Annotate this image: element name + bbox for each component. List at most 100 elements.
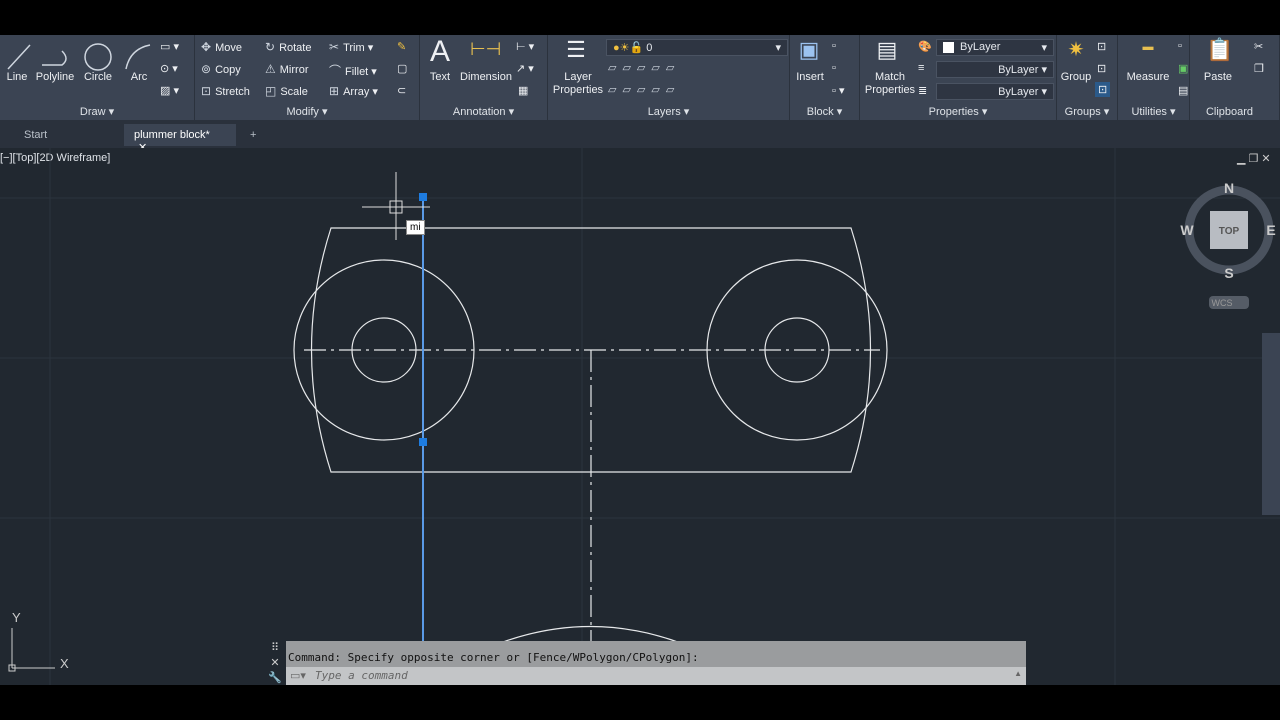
panel-draw: Line Polyline Circle Arc ▭ ▾ ⊙ ▾ ▨ ▾ Dra… — [0, 35, 195, 120]
modify-panel-label[interactable]: Modify ▾ — [195, 105, 419, 118]
match-properties-button[interactable]: Match Properties — [862, 71, 918, 97]
rotate-button[interactable]: ↻ Rotate — [265, 40, 311, 54]
text-icon: A — [429, 35, 450, 68]
panel-modify: ✥ Move ↻ Rotate ✂ Trim ▾ ⊚ Copy ⚠ Mirror ⌒ Fil… — [195, 35, 420, 120]
table-icon[interactable]: ▦ — [518, 84, 528, 97]
trim-button[interactable]: ✂ Trim ▾ — [329, 40, 373, 54]
panel-groups: ✷ Group ⊡ ⊡ ⊡ Groups ▾ — [1057, 35, 1118, 120]
layer-tools-row1[interactable]: ▱▱▱▱▱ — [608, 61, 680, 74]
explode-icon[interactable]: ▢ — [397, 62, 407, 75]
text-button[interactable]: Text — [424, 71, 456, 83]
command-prompt-icon[interactable]: ▭▾ — [290, 670, 306, 682]
arc-button[interactable]: Arc — [126, 71, 152, 83]
color-dropdown[interactable]: ByLayer ▾ — [936, 39, 1054, 56]
linetype-dropdown[interactable]: ByLayer ▾ — [936, 61, 1054, 78]
new-tab-button[interactable]: + — [240, 124, 266, 146]
trim-icon: ✂ — [329, 40, 340, 54]
circle-button[interactable]: Circle — [80, 71, 116, 83]
rotate-icon: ↻ — [265, 40, 276, 54]
block-attribute-icon[interactable]: ▫ ▾ — [832, 84, 844, 97]
measure-icon: ▬ — [1142, 41, 1154, 53]
lineweight-dropdown[interactable]: ByLayer ▾ — [936, 83, 1054, 100]
fillet-icon: ⌒ — [329, 64, 342, 78]
layer-tools-row2[interactable]: ▱▱▱▱▱ — [608, 83, 680, 96]
scale-icon: ◰ — [265, 84, 277, 98]
ellipse-icon[interactable]: ⊙ ▾ — [160, 62, 178, 75]
group-button[interactable]: Group — [1059, 71, 1093, 83]
paste-button[interactable]: Paste — [1198, 71, 1238, 83]
compass-w[interactable]: W — [1180, 222, 1194, 238]
group-edit-icon[interactable]: ⊡ — [1097, 62, 1106, 75]
command-input[interactable]: ▭▾ Type a command ▲ — [286, 667, 1026, 685]
command-line: Command: Specify opposite corner or [Fen… — [286, 641, 1026, 685]
measure-button[interactable]: Measure — [1122, 71, 1174, 83]
utilities-panel-label[interactable]: Utilities ▾ — [1118, 105, 1189, 118]
compass-n[interactable]: N — [1224, 180, 1234, 196]
dynamic-input[interactable]: mi — [406, 220, 425, 235]
layers-panel-label[interactable]: Layers ▾ — [548, 105, 789, 118]
drawing-canvas[interactable]: [−][Top][2D Wireframe] ▁ ❐ ✕ X Y TOP N S… — [0, 148, 1280, 685]
drawing: X Y TOP N S E W WCS — [0, 148, 1280, 685]
command-history: Command: Specify opposite corner or [Fen… — [286, 641, 1026, 667]
match-properties-icon: ▤ — [876, 37, 898, 62]
move-button[interactable]: ✥ Move — [201, 40, 242, 54]
calculator-icon[interactable]: ▤ — [1178, 84, 1188, 97]
grip-bottom[interactable] — [419, 438, 427, 446]
close-command-icon[interactable]: ✕ — [264, 656, 286, 671]
linear-dim-icon[interactable]: ⊢ ▾ — [516, 40, 534, 53]
grip-handle-icon[interactable]: ⠿ — [264, 641, 286, 656]
hatch-icon[interactable]: ▨ ▾ — [160, 84, 179, 97]
draw-panel-label[interactable]: Draw ▾ — [0, 105, 194, 118]
cut-icon[interactable]: ✂ — [1254, 40, 1263, 53]
clipboard-panel-label[interactable]: Clipboard — [1190, 106, 1269, 118]
navigation-bar[interactable] — [1262, 333, 1280, 515]
lineweight-icon: ≡ — [918, 62, 925, 74]
ribbon: Line Polyline Circle Arc ▭ ▾ ⊙ ▾ ▨ ▾ Dra… — [0, 35, 1280, 120]
line-button[interactable]: Line — [4, 71, 30, 83]
array-button[interactable]: ⊞ Array ▾ — [329, 84, 378, 98]
scale-button[interactable]: ◰ Scale — [265, 84, 308, 98]
properties-panel-label[interactable]: Properties ▾ — [860, 105, 1056, 118]
stretch-icon: ⊡ — [201, 84, 212, 98]
viewcube[interactable]: TOP N S E W WCS — [1180, 180, 1276, 309]
insert-icon: ▣ — [798, 37, 820, 62]
leader-icon[interactable]: ↗ ▾ — [516, 62, 534, 75]
compass-s[interactable]: S — [1224, 265, 1233, 281]
fillet-button[interactable]: ⌒ Fillet ▾ — [329, 62, 377, 79]
panel-layers: ☰ Layer Properties ●☀🔓 0 ▾ ▱▱▱▱▱ ▱▱▱▱▱ La… — [548, 35, 790, 120]
insert-button[interactable]: Insert — [792, 71, 828, 83]
quick-select-icon[interactable]: ▫ — [1178, 40, 1182, 52]
copy-clip-icon[interactable]: ❐ — [1254, 62, 1264, 75]
ucs-icon — [8, 628, 55, 672]
panel-utilities: ▬ Measure ▫ ▣ ▤ Utilities ▾ — [1118, 35, 1190, 120]
create-block-icon[interactable]: ▫ — [832, 40, 836, 52]
erase-icon[interactable]: ✎ — [397, 40, 406, 53]
mirror-icon: ⚠ — [265, 62, 276, 76]
copy-button[interactable]: ⊚ Copy — [201, 62, 241, 76]
tab-plummer-block[interactable]: plummer block* ✕ — [124, 124, 236, 154]
layer-properties-button[interactable]: Layer Properties — [550, 71, 606, 97]
ungroup-icon[interactable]: ⊡ — [1097, 40, 1106, 53]
group-select-icon[interactable]: ⊡ — [1095, 82, 1111, 97]
stretch-button[interactable]: ⊡ Stretch — [201, 84, 250, 98]
offset-icon[interactable]: ⊂ — [397, 84, 406, 97]
layer-properties-icon: ☰ — [566, 37, 586, 62]
grip-top[interactable] — [419, 193, 427, 201]
panel-clipboard: 📋 Paste ✂ ❐ Clipboard — [1190, 35, 1280, 120]
tab-start[interactable]: Start — [14, 124, 124, 146]
mirror-button[interactable]: ⚠ Mirror — [265, 62, 308, 76]
dimension-button[interactable]: Dimension — [458, 71, 514, 83]
compass-e[interactable]: E — [1266, 222, 1275, 238]
layer-dropdown[interactable]: ●☀🔓 0 ▾ — [606, 39, 788, 56]
command-line-controls: ⠿ ✕ 🔧 — [264, 641, 286, 685]
move-icon: ✥ — [201, 40, 212, 54]
annotation-panel-label[interactable]: Annotation ▾ — [420, 105, 547, 118]
rectangle-icon[interactable]: ▭ ▾ — [160, 40, 179, 53]
command-history-toggle-icon[interactable]: ▲ — [1014, 669, 1022, 678]
customize-wrench-icon[interactable]: 🔧 — [264, 671, 286, 686]
polyline-button[interactable]: Polyline — [34, 71, 76, 83]
select-all-icon[interactable]: ▣ — [1178, 62, 1188, 75]
block-panel-label[interactable]: Block ▾ — [790, 105, 859, 118]
groups-panel-label[interactable]: Groups ▾ — [1057, 105, 1117, 118]
edit-block-icon[interactable]: ▫ — [832, 62, 836, 74]
